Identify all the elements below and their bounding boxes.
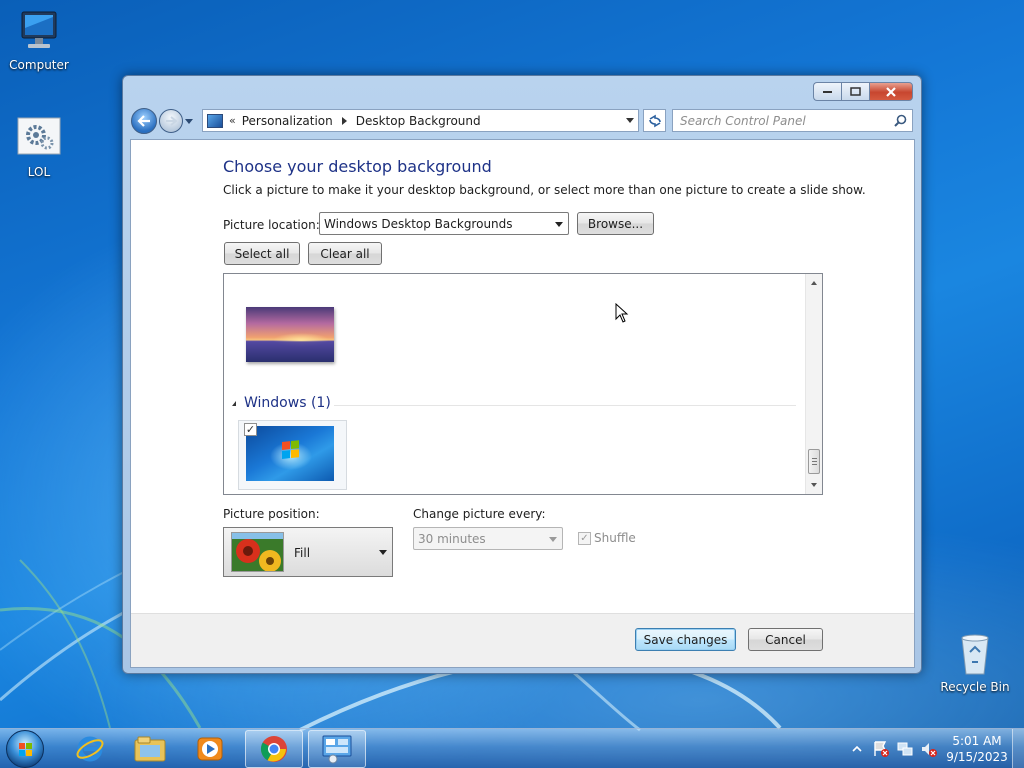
windows-logo-icon <box>282 440 299 459</box>
forward-arrow-icon <box>166 116 177 126</box>
volume-muted-icon[interactable] <box>920 740 938 758</box>
picture-position-label: Picture position: <box>223 507 320 521</box>
back-arrow-icon <box>137 115 150 127</box>
gallery-group-title: Windows (1) <box>244 395 331 411</box>
address-dropdown-icon[interactable] <box>626 118 634 123</box>
gallery-group-header[interactable]: Windows (1) <box>232 395 331 411</box>
save-changes-button[interactable]: Save changes <box>635 628 736 651</box>
picture-location-value: Windows Desktop Backgrounds <box>324 216 513 231</box>
clock-date: 9/15/2023 <box>946 750 1008 764</box>
collapse-triangle-icon[interactable] <box>232 400 236 406</box>
change-picture-interval-select[interactable]: 30 minutes <box>413 527 563 550</box>
minimize-icon <box>822 90 832 93</box>
flower-preview-icon <box>231 532 284 572</box>
picture-location-label: Picture location: <box>223 218 320 232</box>
chrome-icon <box>260 736 287 762</box>
system-tray: 5:01 AM 9/15/2023 <box>852 733 1010 765</box>
breadcrumb-personalization[interactable]: Personalization <box>242 114 333 128</box>
group-divider <box>334 405 796 406</box>
refresh-icon <box>648 114 661 127</box>
shuffle-checkbox[interactable]: ✓ <box>578 531 591 545</box>
desktop-icon-computer[interactable]: Computer <box>1 8 77 72</box>
recycle-bin-icon <box>952 630 998 676</box>
close-icon <box>886 86 896 97</box>
action-center-flag-icon[interactable] <box>872 740 890 758</box>
settings-gear-icon <box>16 115 62 161</box>
search-input[interactable] <box>680 113 885 128</box>
window-controls <box>813 82 913 101</box>
control-panel-icon <box>207 113 223 128</box>
scroll-thumb[interactable] <box>808 449 820 474</box>
scroll-down-icon[interactable] <box>811 483 817 487</box>
change-picture-interval-value: 30 minutes <box>418 531 486 546</box>
page-title: Choose your desktop background <box>223 157 492 176</box>
clock-time: 5:01 AM <box>952 734 1002 748</box>
taskbar-media-player[interactable] <box>181 730 239 768</box>
chevron-down-icon <box>185 118 193 124</box>
wallpaper-thumbnail-windows[interactable]: ✓ <box>238 420 347 490</box>
dialog-footer: Save changes Cancel <box>131 613 914 667</box>
content-pane: Choose your desktop background Click a p… <box>130 139 915 668</box>
clock[interactable]: 5:01 AM 9/15/2023 <box>944 733 1010 765</box>
network-icon[interactable] <box>896 740 914 758</box>
desktop-icon-recycle-bin[interactable]: Recycle Bin <box>937 630 1013 694</box>
restore-button[interactable] <box>841 82 869 101</box>
taskbar: 5:01 AM 9/15/2023 <box>0 728 1024 768</box>
chevron-down-icon <box>549 537 557 542</box>
desktop-icon-lol[interactable]: LOL <box>1 115 77 179</box>
taskbar-control-panel[interactable] <box>308 730 366 768</box>
clear-all-button[interactable]: Clear all <box>308 242 382 265</box>
picture-location-select[interactable]: Windows Desktop Backgrounds <box>319 212 569 235</box>
chevron-down-icon <box>555 222 563 227</box>
select-all-button[interactable]: Select all <box>224 242 300 265</box>
recent-pages-dropdown[interactable] <box>183 108 195 134</box>
address-bar[interactable]: « Personalization Desktop Background <box>202 109 639 132</box>
search-box[interactable] <box>672 109 913 132</box>
desktop-icon-label: LOL <box>27 165 51 179</box>
gallery-scrollbar[interactable] <box>805 274 822 494</box>
refresh-button[interactable] <box>643 109 666 132</box>
minimize-button[interactable] <box>813 82 841 101</box>
control-panel-icon <box>322 735 352 764</box>
navigation-bar: « Personalization Desktop Background <box>131 107 913 135</box>
wallpaper-thumbnail-sunset[interactable] <box>246 307 334 362</box>
desktop-icon-label: Computer <box>9 58 69 72</box>
scroll-up-icon[interactable] <box>811 281 817 285</box>
windows-logo-icon <box>19 743 32 756</box>
chevron-down-icon <box>379 550 387 555</box>
breadcrumb-separator-icon[interactable] <box>341 116 347 125</box>
picture-position-select[interactable]: Fill <box>223 527 393 577</box>
back-button[interactable] <box>131 108 157 134</box>
taskbar-internet-explorer[interactable] <box>61 730 119 768</box>
forward-button[interactable] <box>159 109 183 133</box>
desktop-icon-label: Recycle Bin <box>940 680 1010 694</box>
wallpaper-checkbox[interactable]: ✓ <box>244 423 257 436</box>
shuffle-option[interactable]: ✓ Shuffle <box>578 531 636 545</box>
media-player-icon <box>197 737 223 761</box>
taskbar-chrome[interactable] <box>245 730 303 768</box>
restore-icon <box>850 87 861 96</box>
close-button[interactable] <box>869 82 913 101</box>
browse-button[interactable]: Browse... <box>577 212 654 235</box>
breadcrumb-overflow[interactable]: « <box>229 114 236 127</box>
show-desktop-button[interactable] <box>1012 729 1024 768</box>
show-hidden-icons-icon[interactable] <box>852 745 862 753</box>
search-icon[interactable] <box>894 114 907 127</box>
internet-explorer-icon <box>76 736 104 762</box>
picture-position-value: Fill <box>294 546 311 560</box>
computer-icon <box>16 8 62 54</box>
windows-wallpaper-image <box>246 426 334 481</box>
picture-gallery[interactable]: Windows (1) ✓ <box>223 273 823 495</box>
breadcrumb-desktop-background[interactable]: Desktop Background <box>356 114 481 128</box>
change-picture-label: Change picture every: <box>413 507 546 521</box>
shuffle-label: Shuffle <box>594 531 636 545</box>
start-button[interactable] <box>6 730 44 768</box>
page-description: Click a picture to make it your desktop … <box>223 183 866 197</box>
taskbar-file-explorer[interactable] <box>121 730 179 768</box>
desktop-background-window: « Personalization Desktop Background Cho… <box>122 75 922 674</box>
file-explorer-icon <box>134 736 166 762</box>
mouse-cursor-icon <box>615 303 629 323</box>
cancel-button[interactable]: Cancel <box>748 628 823 651</box>
